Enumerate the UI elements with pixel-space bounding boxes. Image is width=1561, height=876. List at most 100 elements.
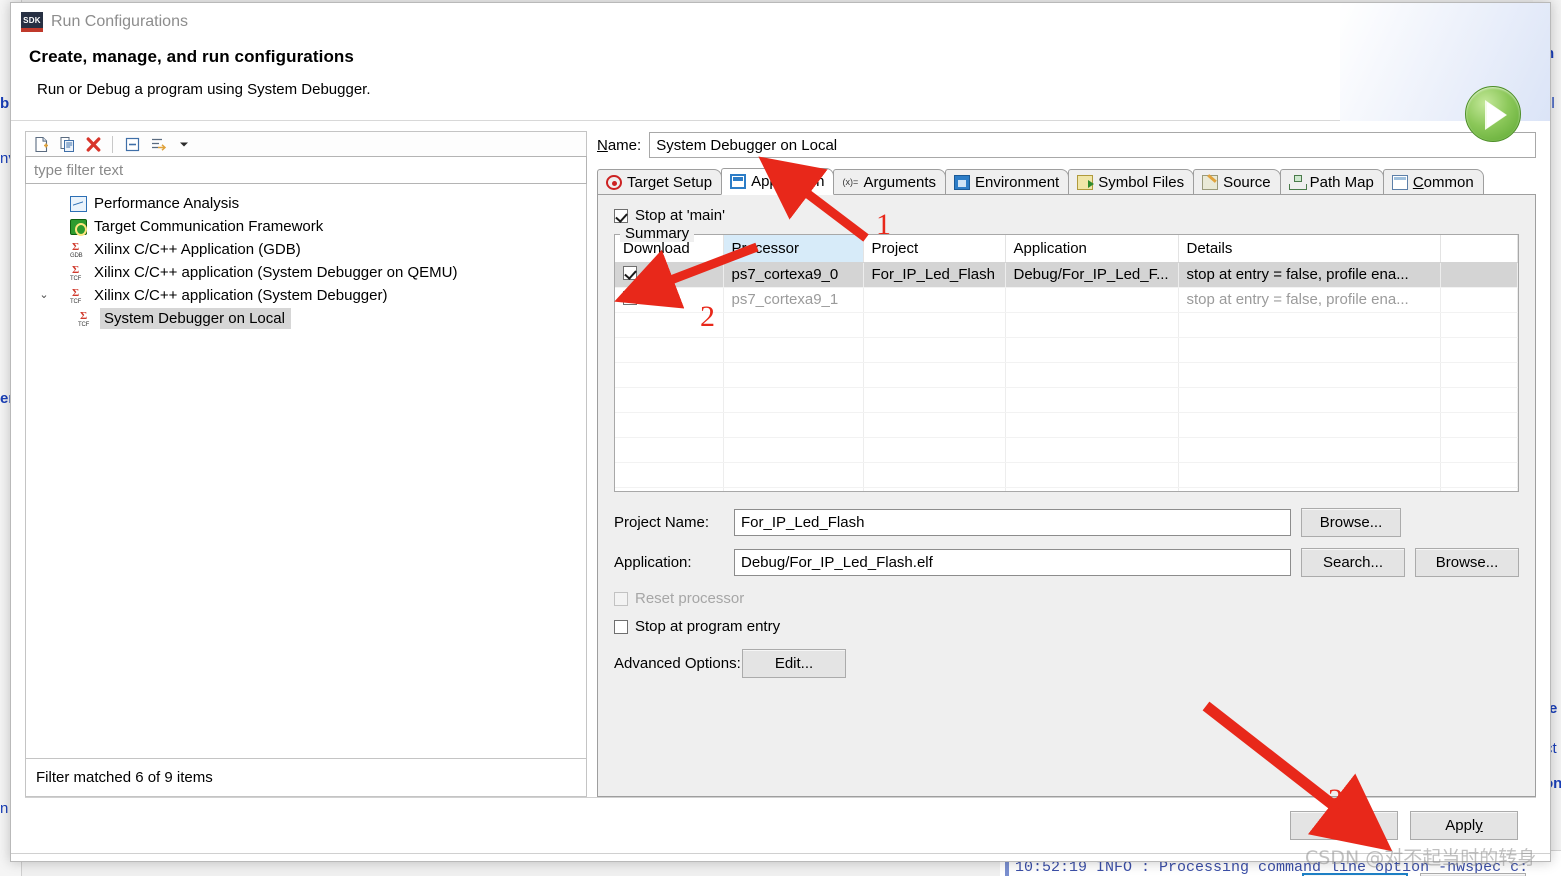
table-cell-empty: [615, 487, 724, 491]
application-search-button[interactable]: Search...: [1301, 548, 1405, 577]
table-cell-empty: [1005, 362, 1179, 388]
annotation-number-2: 2: [700, 300, 715, 333]
summary-group: Summary Download Processor Project Applicat…: [614, 225, 1519, 492]
tree-item-target-communication-framework[interactable]: Target Communication Framework: [26, 215, 586, 238]
table-cell-empty: [723, 437, 864, 463]
table-row[interactable]: ps7_cortexa9_1 stop at entry = false, pro…: [615, 287, 1518, 313]
project-name-input[interactable]: For_IP_Led_Flash: [734, 509, 1291, 536]
tree-item-label: Target Communication Framework: [94, 218, 324, 235]
name-input[interactable]: System Debugger on Local: [649, 132, 1536, 158]
table-cell-empty: [723, 487, 864, 491]
stop-at-main-label: Stop at 'main': [635, 207, 725, 224]
apply-button[interactable]: Appl y: [1410, 811, 1518, 840]
tab-common[interactable]: Common: [1382, 169, 1484, 194]
stop-at-main-row[interactable]: Stop at 'main': [614, 207, 1519, 224]
tab-target-setup[interactable]: Target Setup: [597, 169, 723, 194]
tab-label: Application: [751, 173, 825, 190]
table-cell-empty: [723, 337, 864, 363]
table-cell: [1440, 287, 1518, 313]
table-cell-empty: [1178, 387, 1441, 413]
filter-input[interactable]: type filter text: [25, 156, 587, 184]
header-title: Create, manage, and run configurations: [29, 47, 354, 66]
tab-source[interactable]: Source: [1193, 169, 1281, 194]
table-cell-empty: [1440, 412, 1518, 438]
table-cell-empty: [1005, 462, 1179, 488]
filter-status-text: Filter matched 6 of 9 items: [25, 759, 587, 797]
table-cell-empty: [863, 387, 1006, 413]
reset-processor-label: Reset processor: [635, 590, 745, 607]
tab-application[interactable]: Application: [721, 168, 835, 195]
table-row[interactable]: ps7_cortexa9_0 For_IP_Led_Flash Debug/For_…: [615, 262, 1518, 288]
tree-item-xilinx-c-c-application-system-debugger-on-qemu[interactable]: Σ TCF Xilinx C/C++ application (System Deb…: [26, 261, 586, 284]
summary-col-application[interactable]: Application: [1005, 235, 1179, 263]
table-cell-empty: [1440, 337, 1518, 363]
tab-path-map[interactable]: Path Map: [1279, 169, 1384, 194]
filter-icon[interactable]: [147, 134, 169, 155]
configuration-tabs[interactable]: Target Setup Application (x)= Arguments Envi…: [597, 168, 1536, 195]
configurations-tree[interactable]: Performance Analysis Target Communication…: [25, 184, 587, 759]
stop-at-main-checkbox[interactable]: [614, 208, 628, 223]
tree-item-xilinx-c-c-application-system-debugger[interactable]: ⌄ Σ TCF Xilinx C/C++ application (System De…: [26, 284, 586, 307]
tree-item-xilinx-c-c-application-gdb[interactable]: Σ GDB Xilinx C/C++ Application (GDB): [26, 238, 586, 261]
table-cell-empty: [723, 312, 864, 338]
run-logo-icon: [1465, 86, 1521, 142]
reset-processor-checkbox[interactable]: [614, 591, 628, 606]
tab-environment[interactable]: Environment: [945, 169, 1070, 194]
table-cell: [863, 287, 1006, 313]
target-setup-icon: [606, 174, 622, 190]
summary-col-processor[interactable]: Processor: [723, 235, 864, 263]
collapse-all-icon[interactable]: [121, 134, 143, 155]
table-cell-empty: [1178, 487, 1441, 491]
stop-at-program-entry-checkbox[interactable]: [614, 619, 628, 634]
new-configuration-icon[interactable]: [30, 134, 52, 155]
stop-at-program-entry-label: Stop at program entry: [635, 618, 781, 635]
summary-col-details[interactable]: Details: [1178, 235, 1441, 263]
table-row-empty: [615, 362, 1518, 388]
tree-item-performance-analysis[interactable]: Performance Analysis: [26, 192, 586, 215]
table-cell-empty: [863, 312, 1006, 338]
table-cell-empty: [863, 362, 1006, 388]
run-configurations-dialog: SDK Run Configurations ✕ Create, manage,…: [10, 2, 1551, 876]
table-cell-empty: [615, 387, 724, 413]
reset-processor-row[interactable]: Reset processor: [614, 590, 1519, 607]
tab-label: Environment: [975, 173, 1060, 191]
tcf-icon: [70, 218, 87, 236]
dialog-header: Create, manage, and run configurations R…: [11, 3, 1550, 142]
application-browse-button[interactable]: Browse...: [1415, 548, 1519, 577]
tab-arguments[interactable]: (x)= Arguments: [833, 169, 946, 194]
summary-table-container[interactable]: Download Processor Project Application Detai…: [614, 234, 1519, 492]
download-checkbox[interactable]: [623, 265, 637, 280]
summary-col-blank[interactable]: [1440, 235, 1518, 263]
source-icon: [1202, 174, 1219, 190]
dialog-title: Run Configurations: [51, 13, 188, 30]
tab-label: Arguments: [863, 173, 936, 191]
tree-expand-chevron-icon[interactable]: ⌄: [36, 290, 52, 301]
dialog-body: type filter text Performance Analysis Tar…: [11, 121, 1550, 797]
configurations-toolbar: [25, 131, 587, 156]
download-checkbox[interactable]: [623, 290, 637, 305]
view-menu-chevron-icon[interactable]: [173, 134, 195, 155]
application-input[interactable]: Debug/For_IP_Led_Flash.elf: [734, 549, 1291, 576]
duplicate-configuration-icon[interactable]: [56, 134, 78, 155]
table-row-empty: [615, 412, 1518, 438]
tree-item-system-debugger-on-local[interactable]: Σ TCF System Debugger on Local: [26, 307, 586, 330]
table-cell-empty: [1005, 337, 1179, 363]
project-browse-button[interactable]: Browse...: [1301, 508, 1401, 537]
table-cell: Debug/For_IP_Led_F...: [1005, 262, 1179, 288]
tab-symbol-files[interactable]: Symbol Files: [1068, 169, 1195, 194]
table-cell-empty: [1440, 312, 1518, 338]
stop-at-program-entry-row[interactable]: Stop at program entry: [614, 618, 1519, 635]
environment-icon: [954, 174, 970, 190]
sdk-app-icon: SDK: [21, 12, 43, 32]
download-cell[interactable]: [615, 262, 724, 288]
watermark: CSDN @对不起当时的转身: [1305, 847, 1537, 869]
xilinx-tcf-icon: Σ TCF: [70, 286, 82, 305]
advanced-edit-button[interactable]: Edit...: [742, 649, 846, 678]
common-icon: [1391, 174, 1408, 190]
table-cell-empty: [615, 437, 724, 463]
arguments-icon: (x)=: [842, 176, 859, 187]
annotation-number-1: 1: [876, 208, 891, 241]
delete-configuration-icon[interactable]: [82, 134, 104, 155]
revert-button[interactable]: Re v ert: [1290, 811, 1398, 840]
table-cell-empty: [863, 487, 1006, 491]
